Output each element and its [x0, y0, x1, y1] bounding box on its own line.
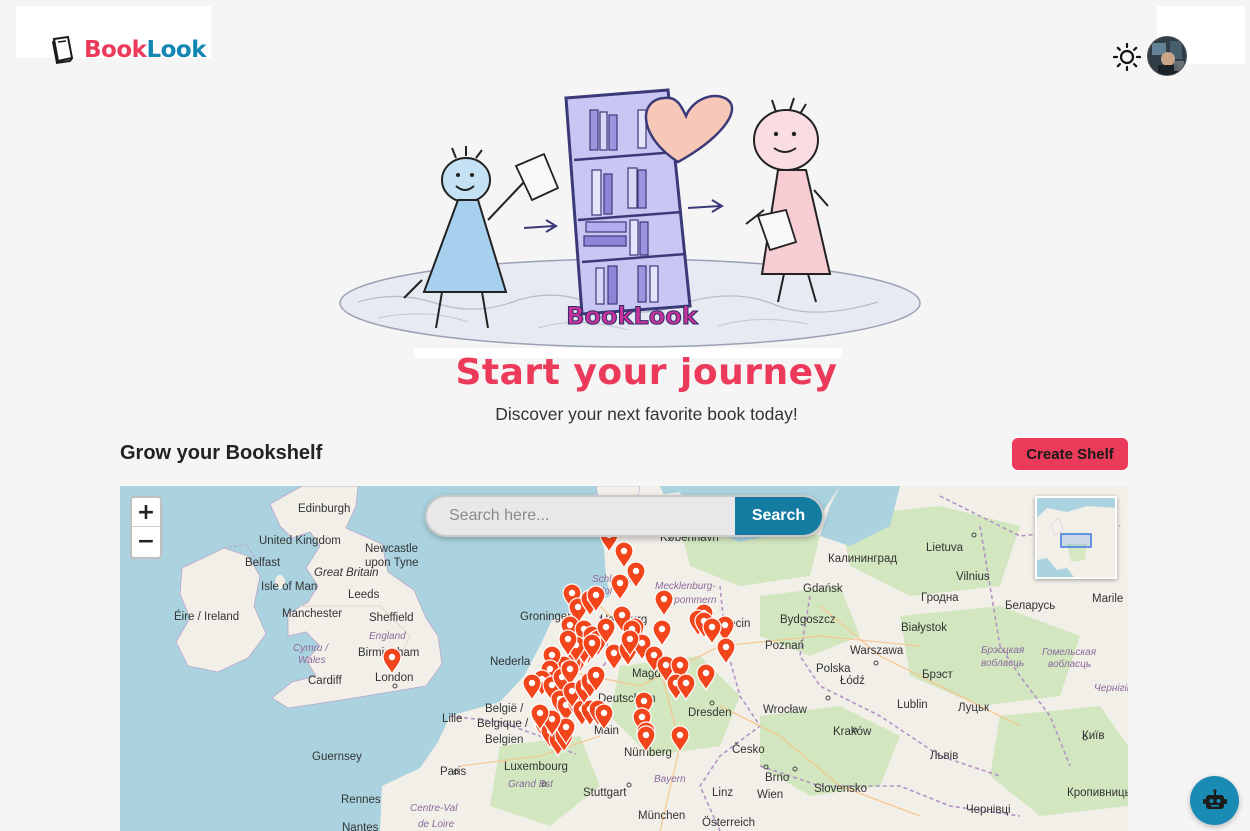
map-marker[interactable]	[702, 617, 722, 646]
map-marker[interactable]	[382, 647, 402, 676]
map-markers[interactable]	[120, 486, 1128, 831]
avatar-image	[1148, 37, 1186, 75]
zoom-out-button[interactable]: −	[132, 527, 160, 556]
sun-icon	[1112, 42, 1142, 72]
logo-text-book: Book	[84, 37, 147, 63]
theme-toggle-button[interactable]	[1112, 42, 1142, 72]
map-marker[interactable]	[654, 589, 674, 618]
map-marker[interactable]	[636, 725, 656, 754]
create-shelf-button[interactable]: Create Shelf	[1012, 438, 1128, 470]
map-search-input[interactable]	[427, 497, 735, 535]
hero-illustration: BookLook	[339, 88, 921, 348]
robot-icon	[1202, 788, 1227, 809]
map-marker[interactable]	[696, 663, 716, 692]
logo-text: BookLook	[84, 37, 206, 63]
minimap-tiles	[1037, 498, 1115, 577]
map-marker[interactable]	[626, 561, 646, 590]
map-marker[interactable]	[610, 573, 630, 602]
logo[interactable]: BookLook	[50, 36, 206, 64]
zoom-control: + −	[130, 496, 162, 559]
bookshelf-map[interactable]: Edinburgh United Kingdom Newcastle upon Tyn…	[120, 486, 1128, 831]
hero-title: Start your journey	[455, 352, 838, 393]
zoom-in-button[interactable]: +	[132, 498, 160, 527]
map-search-button[interactable]: Search	[735, 497, 822, 535]
map-marker[interactable]	[522, 673, 542, 702]
chatbot-button[interactable]	[1190, 776, 1239, 825]
map-search-bar: Search	[425, 495, 824, 537]
user-avatar[interactable]	[1147, 36, 1187, 76]
hero-illustration-logo: BookLook	[566, 302, 699, 330]
book-icon	[52, 36, 74, 64]
minimap[interactable]	[1035, 496, 1117, 579]
hero-subtitle: Discover your next favorite book today!	[495, 404, 798, 424]
logo-text-look: Look	[146, 37, 206, 63]
map-marker[interactable]	[716, 637, 736, 666]
map-marker[interactable]	[652, 619, 672, 648]
map-marker[interactable]	[670, 725, 690, 754]
map-marker[interactable]	[676, 673, 696, 702]
section-title: Grow your Bookshelf	[120, 442, 323, 464]
